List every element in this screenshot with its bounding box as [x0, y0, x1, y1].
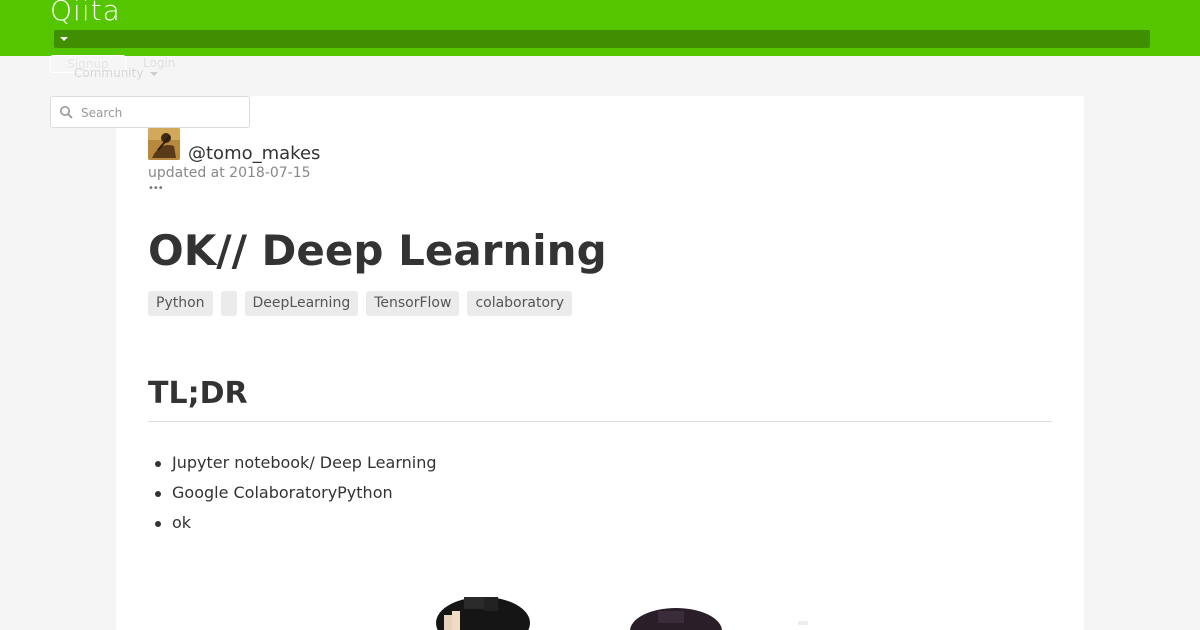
- header-nav-bar: [54, 30, 1150, 48]
- heading-divider: [148, 421, 1052, 422]
- more-options-icon[interactable]: •••: [148, 184, 164, 194]
- tag-tensorflow[interactable]: TensorFlow: [366, 291, 460, 316]
- section-heading: TL;DR: [148, 376, 248, 411]
- search-icon: [60, 106, 73, 119]
- list-item-text: Jupyter notebook/ Deep Learning: [172, 453, 437, 472]
- tag-list: Python DeepLearning TensorFlow colaborat…: [148, 291, 573, 316]
- avatar[interactable]: [148, 128, 180, 160]
- community-menu[interactable]: Community: [74, 66, 143, 80]
- login-link[interactable]: Login: [143, 56, 175, 70]
- bullet-icon: [155, 491, 161, 497]
- author-username[interactable]: @tomo_makes: [188, 143, 320, 164]
- list-item: Jupyter notebook/ Deep Learning: [148, 448, 437, 478]
- chevron-down-icon[interactable]: [60, 37, 68, 41]
- article-card: @tomo_makes updated at 2018-07-15 ••• OK…: [116, 96, 1084, 630]
- search-box: [50, 96, 250, 128]
- community-chevron-down-icon[interactable]: [150, 72, 158, 76]
- list-item-text: Google ColaboratoryPython: [172, 483, 393, 502]
- tag-empty[interactable]: [220, 291, 237, 316]
- tag-deeplearning[interactable]: DeepLearning: [244, 291, 359, 316]
- list-item-text: ok: [172, 513, 192, 532]
- qiita-logo[interactable]: Qiita: [50, 0, 121, 27]
- article-illustration: [426, 591, 846, 630]
- global-header: Qiita: [0, 0, 1200, 56]
- updated-date: updated at 2018-07-15: [148, 165, 311, 181]
- tldr-list: Jupyter notebook/ Deep Learning Google C…: [148, 448, 437, 538]
- tag-colaboratory[interactable]: colaboratory: [467, 291, 573, 316]
- list-item: ok: [148, 508, 437, 538]
- bullet-icon: [155, 521, 161, 527]
- search-input[interactable]: [81, 103, 241, 123]
- article-title: OK// Deep Learning: [148, 226, 607, 275]
- tag-python[interactable]: Python: [148, 291, 213, 316]
- bullet-icon: [155, 461, 161, 467]
- list-item: Google ColaboratoryPython: [148, 478, 437, 508]
